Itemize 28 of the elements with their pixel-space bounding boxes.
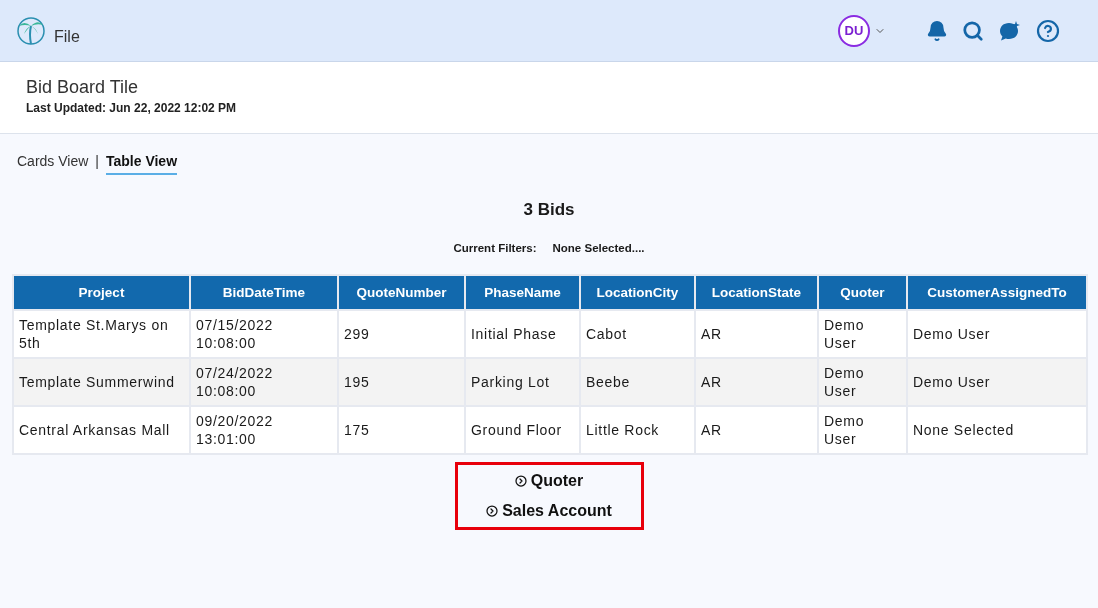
page-title: Bid Board Tile xyxy=(26,76,140,99)
table-cell: Ground Floor xyxy=(465,406,580,455)
filters-label: Current Filters: xyxy=(453,241,537,256)
group-link[interactable]: Quoter xyxy=(514,469,584,494)
group-link[interactable]: Sales Account xyxy=(486,499,612,524)
tab-separator: | xyxy=(95,151,99,171)
view-tab[interactable]: Table View xyxy=(105,147,178,175)
table-cell: None Selected xyxy=(907,406,1087,455)
column-header: PhaseName xyxy=(465,275,580,311)
view-tab[interactable]: Cards View xyxy=(17,147,89,175)
last-updated-text: Last Updated: Jun 22, 2022 12:02 PM xyxy=(26,99,238,117)
column-header: QuoteNumber xyxy=(338,275,465,311)
table-cell: Little Rock xyxy=(580,406,695,455)
column-header: CustomerAssignedTo xyxy=(907,275,1087,311)
table-cell: Central Arkansas Mall xyxy=(13,406,190,455)
table-cell: 175 xyxy=(338,406,465,455)
file-menu[interactable]: File xyxy=(54,24,80,49)
table-cell: 09/20/2022 13:01:00 xyxy=(190,406,338,455)
column-header: LocationCity xyxy=(580,275,695,311)
column-header: Quoter xyxy=(818,275,907,311)
column-header: Project xyxy=(13,275,190,311)
column-header: LocationState xyxy=(695,275,818,311)
filters-value: None Selected.... xyxy=(552,241,645,256)
table-cell: AR xyxy=(695,406,818,455)
table-cell: Demo User xyxy=(818,406,907,455)
user-avatar[interactable]: DU xyxy=(838,14,870,47)
bid-count: 3 Bids xyxy=(522,198,576,221)
column-header: BidDateTime xyxy=(190,275,338,311)
